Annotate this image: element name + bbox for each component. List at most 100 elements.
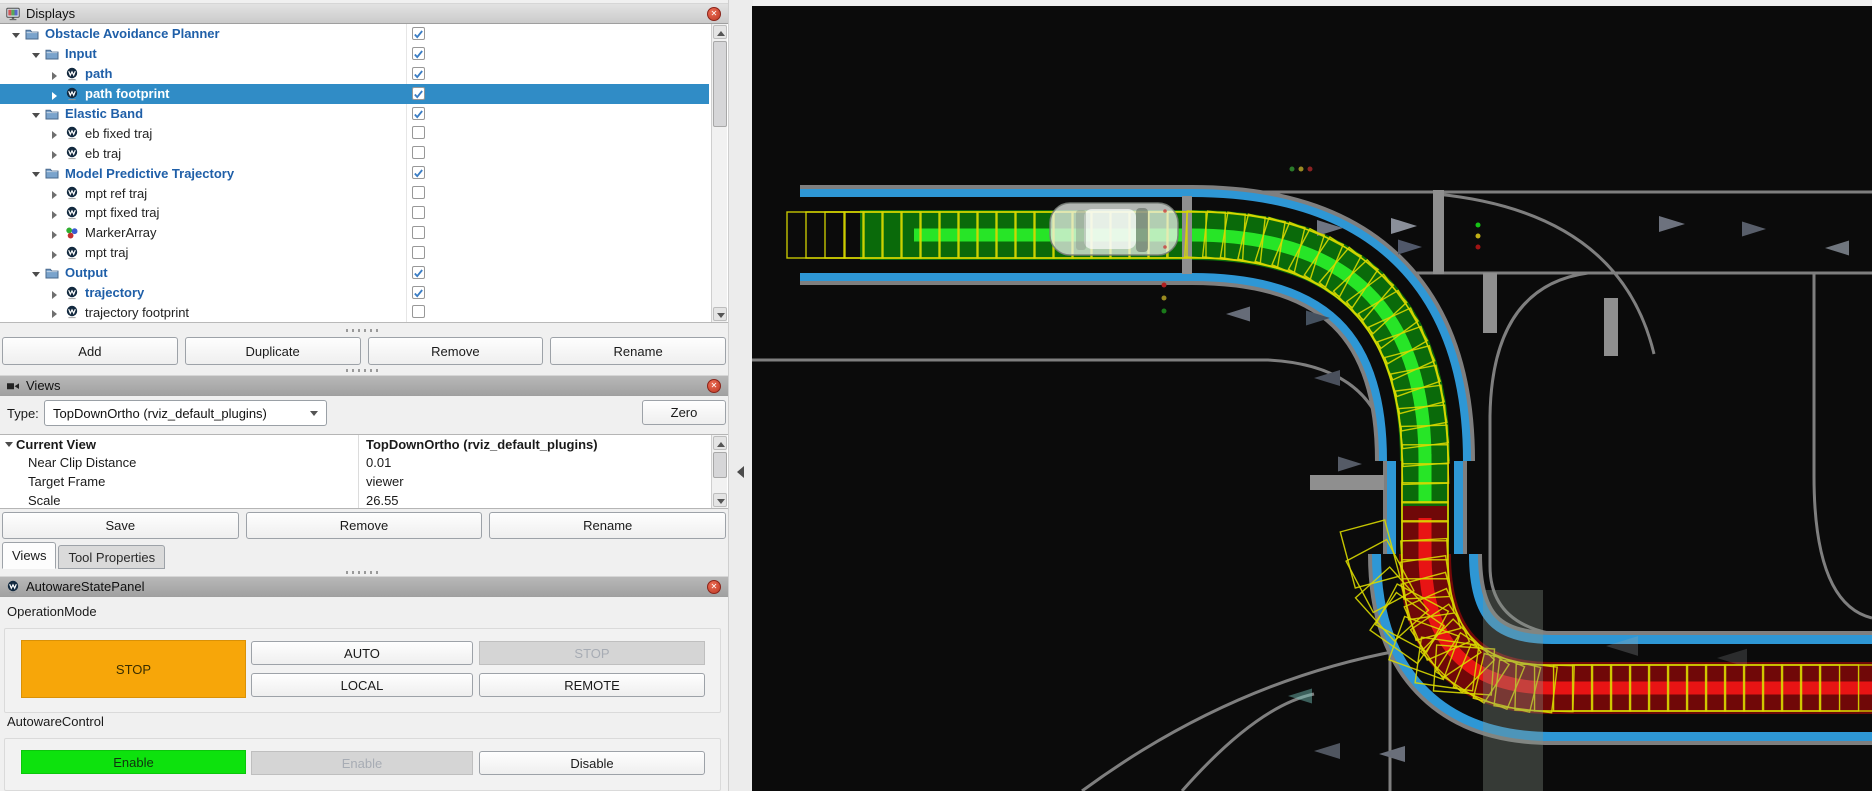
scroll-down-icon[interactable] [713, 493, 727, 507]
tree-row[interactable]: path [0, 64, 709, 84]
scrollbar-handle[interactable] [713, 452, 727, 478]
enabled-checkbox[interactable] [412, 245, 425, 259]
render-viewport[interactable] [752, 6, 1872, 791]
tree-row[interactable]: Output [0, 263, 709, 283]
enabled-checkbox[interactable] [412, 146, 425, 160]
views-rename-button[interactable]: Rename [489, 512, 727, 539]
enabled-checkbox[interactable] [412, 186, 425, 200]
tree-row[interactable]: Elastic Band [0, 104, 709, 124]
chevron-down-icon[interactable] [32, 271, 40, 277]
close-icon[interactable]: ✕ [707, 7, 721, 21]
enabled-checkbox[interactable] [412, 285, 425, 299]
operationmode-local-button[interactable]: LOCAL [251, 673, 473, 697]
tree-row[interactable]: trajectory [0, 283, 709, 303]
chevron-down-icon[interactable] [32, 112, 40, 118]
displays-panel-titlebar[interactable]: Displays ✕ [0, 3, 728, 24]
collapse-arrow-icon[interactable] [737, 466, 744, 478]
enabled-checkbox[interactable] [412, 166, 425, 180]
operationmode-auto-button[interactable]: AUTO [251, 641, 473, 665]
close-icon[interactable]: ✕ [707, 379, 721, 393]
enabled-checkbox[interactable] [412, 46, 425, 60]
3d-scene[interactable] [752, 6, 1872, 791]
panel-splitter[interactable] [728, 0, 753, 791]
chevron-right-icon[interactable] [52, 310, 57, 319]
views-save-button[interactable]: Save [2, 512, 239, 539]
enabled-checkbox[interactable] [412, 106, 425, 120]
chevron-right-icon[interactable] [52, 250, 57, 259]
property-row[interactable]: Scale 26.55 [0, 491, 728, 508]
enabled-checkbox[interactable] [412, 305, 425, 319]
property-value[interactable]: viewer [358, 474, 728, 489]
state-enable-indicator[interactable]: Enable [21, 750, 246, 774]
splitter-handle-dots[interactable] [346, 329, 382, 332]
tree-row[interactable]: Obstacle Avoidance Planner [0, 24, 709, 44]
property-value[interactable]: 0.01 [358, 455, 728, 470]
property-row[interactable]: Near Clip Distance 0.01 [0, 454, 728, 473]
chevron-right-icon[interactable] [52, 91, 57, 100]
chevron-down-icon[interactable] [32, 172, 40, 178]
state-panel-titlebar[interactable]: AutowareStatePanel ✕ [0, 576, 728, 597]
tree-row[interactable]: path footprint [0, 83, 709, 104]
tree-row[interactable]: Input [0, 44, 709, 64]
splitter-handle-dots[interactable] [346, 369, 382, 372]
state-stop-indicator[interactable]: STOP [21, 640, 246, 698]
property-value[interactable]: 26.55 [358, 493, 728, 508]
scroll-down-icon[interactable] [713, 307, 727, 321]
autoware-icon [65, 186, 79, 200]
close-icon[interactable]: ✕ [707, 580, 721, 594]
enabled-checkbox[interactable] [412, 225, 425, 239]
operationmode-remote-button[interactable]: REMOTE [479, 673, 705, 697]
tree-row[interactable]: eb traj [0, 143, 709, 163]
scroll-up-icon[interactable] [713, 25, 727, 39]
property-value[interactable]: TopDownOrtho (rviz_default_plugins) [358, 437, 728, 452]
zero-button[interactable]: Zero [642, 400, 726, 425]
displays-duplicate-button[interactable]: Duplicate [184, 337, 361, 365]
enabled-checkbox[interactable] [412, 27, 425, 40]
chevron-down-icon[interactable] [12, 33, 20, 38]
operationmode-stop-button[interactable]: STOP [479, 641, 705, 665]
tree-row[interactable]: Model Predictive Trajectory [0, 163, 709, 183]
chevron-down-icon[interactable] [32, 52, 40, 58]
property-name: Target Frame [28, 473, 106, 489]
property-row[interactable]: Current View TopDownOrtho (rviz_default_p… [0, 435, 728, 454]
scrollbar-handle[interactable] [713, 41, 727, 127]
tree-row[interactable]: eb fixed traj [0, 123, 709, 143]
scroll-up-icon[interactable] [713, 436, 727, 450]
chevron-right-icon[interactable] [52, 191, 57, 200]
chevron-right-icon[interactable] [52, 131, 57, 140]
enabled-checkbox[interactable] [412, 66, 425, 80]
enabled-checkbox[interactable] [412, 206, 425, 220]
tab-views[interactable]: Views [2, 542, 57, 569]
tree-row[interactable]: mpt ref traj [0, 183, 709, 203]
views-panel-titlebar[interactable]: Views ✕ [0, 375, 728, 396]
tab-tool-properties[interactable]: Tool Properties [58, 545, 166, 569]
enabled-checkbox[interactable] [412, 126, 425, 140]
display-name: mpt ref traj [85, 185, 148, 201]
tree-row[interactable]: mpt fixed traj [0, 203, 709, 223]
tree-scrollbar[interactable] [711, 24, 727, 322]
displays-tree[interactable]: Obstacle Avoidance Planner Input path path … [0, 24, 728, 323]
chevron-down-icon[interactable] [5, 442, 13, 447]
enabled-checkbox[interactable] [412, 265, 425, 279]
displays-remove-button[interactable]: Remove [367, 337, 544, 365]
autoware-icon [65, 87, 79, 101]
views-remove-button[interactable]: Remove [245, 512, 483, 539]
view-type-combobox[interactable]: TopDownOrtho (rviz_default_plugins) [44, 400, 327, 426]
enabled-checkbox[interactable] [412, 86, 425, 100]
chevron-right-icon[interactable] [52, 230, 57, 239]
autowarecontrol-disable-button[interactable]: Disable [479, 751, 705, 775]
tree-row[interactable]: trajectory footprint [0, 302, 709, 322]
views-table-scrollbar[interactable] [711, 435, 727, 508]
chevron-right-icon[interactable] [52, 71, 57, 80]
chevron-right-icon[interactable] [52, 211, 57, 220]
tree-row[interactable]: MarkerArray [0, 223, 709, 243]
chevron-right-icon[interactable] [52, 290, 57, 299]
displays-add-button[interactable]: Add [2, 337, 178, 365]
chevron-right-icon[interactable] [52, 151, 57, 160]
current-view-table[interactable]: Current View TopDownOrtho (rviz_default_p… [0, 434, 728, 509]
displays-rename-button[interactable]: Rename [550, 337, 726, 365]
splitter-handle-dots[interactable] [346, 571, 382, 574]
tree-row[interactable]: mpt traj [0, 243, 709, 263]
property-row[interactable]: Target Frame viewer [0, 472, 728, 491]
autowarecontrol-enable-button[interactable]: Enable [251, 751, 473, 775]
